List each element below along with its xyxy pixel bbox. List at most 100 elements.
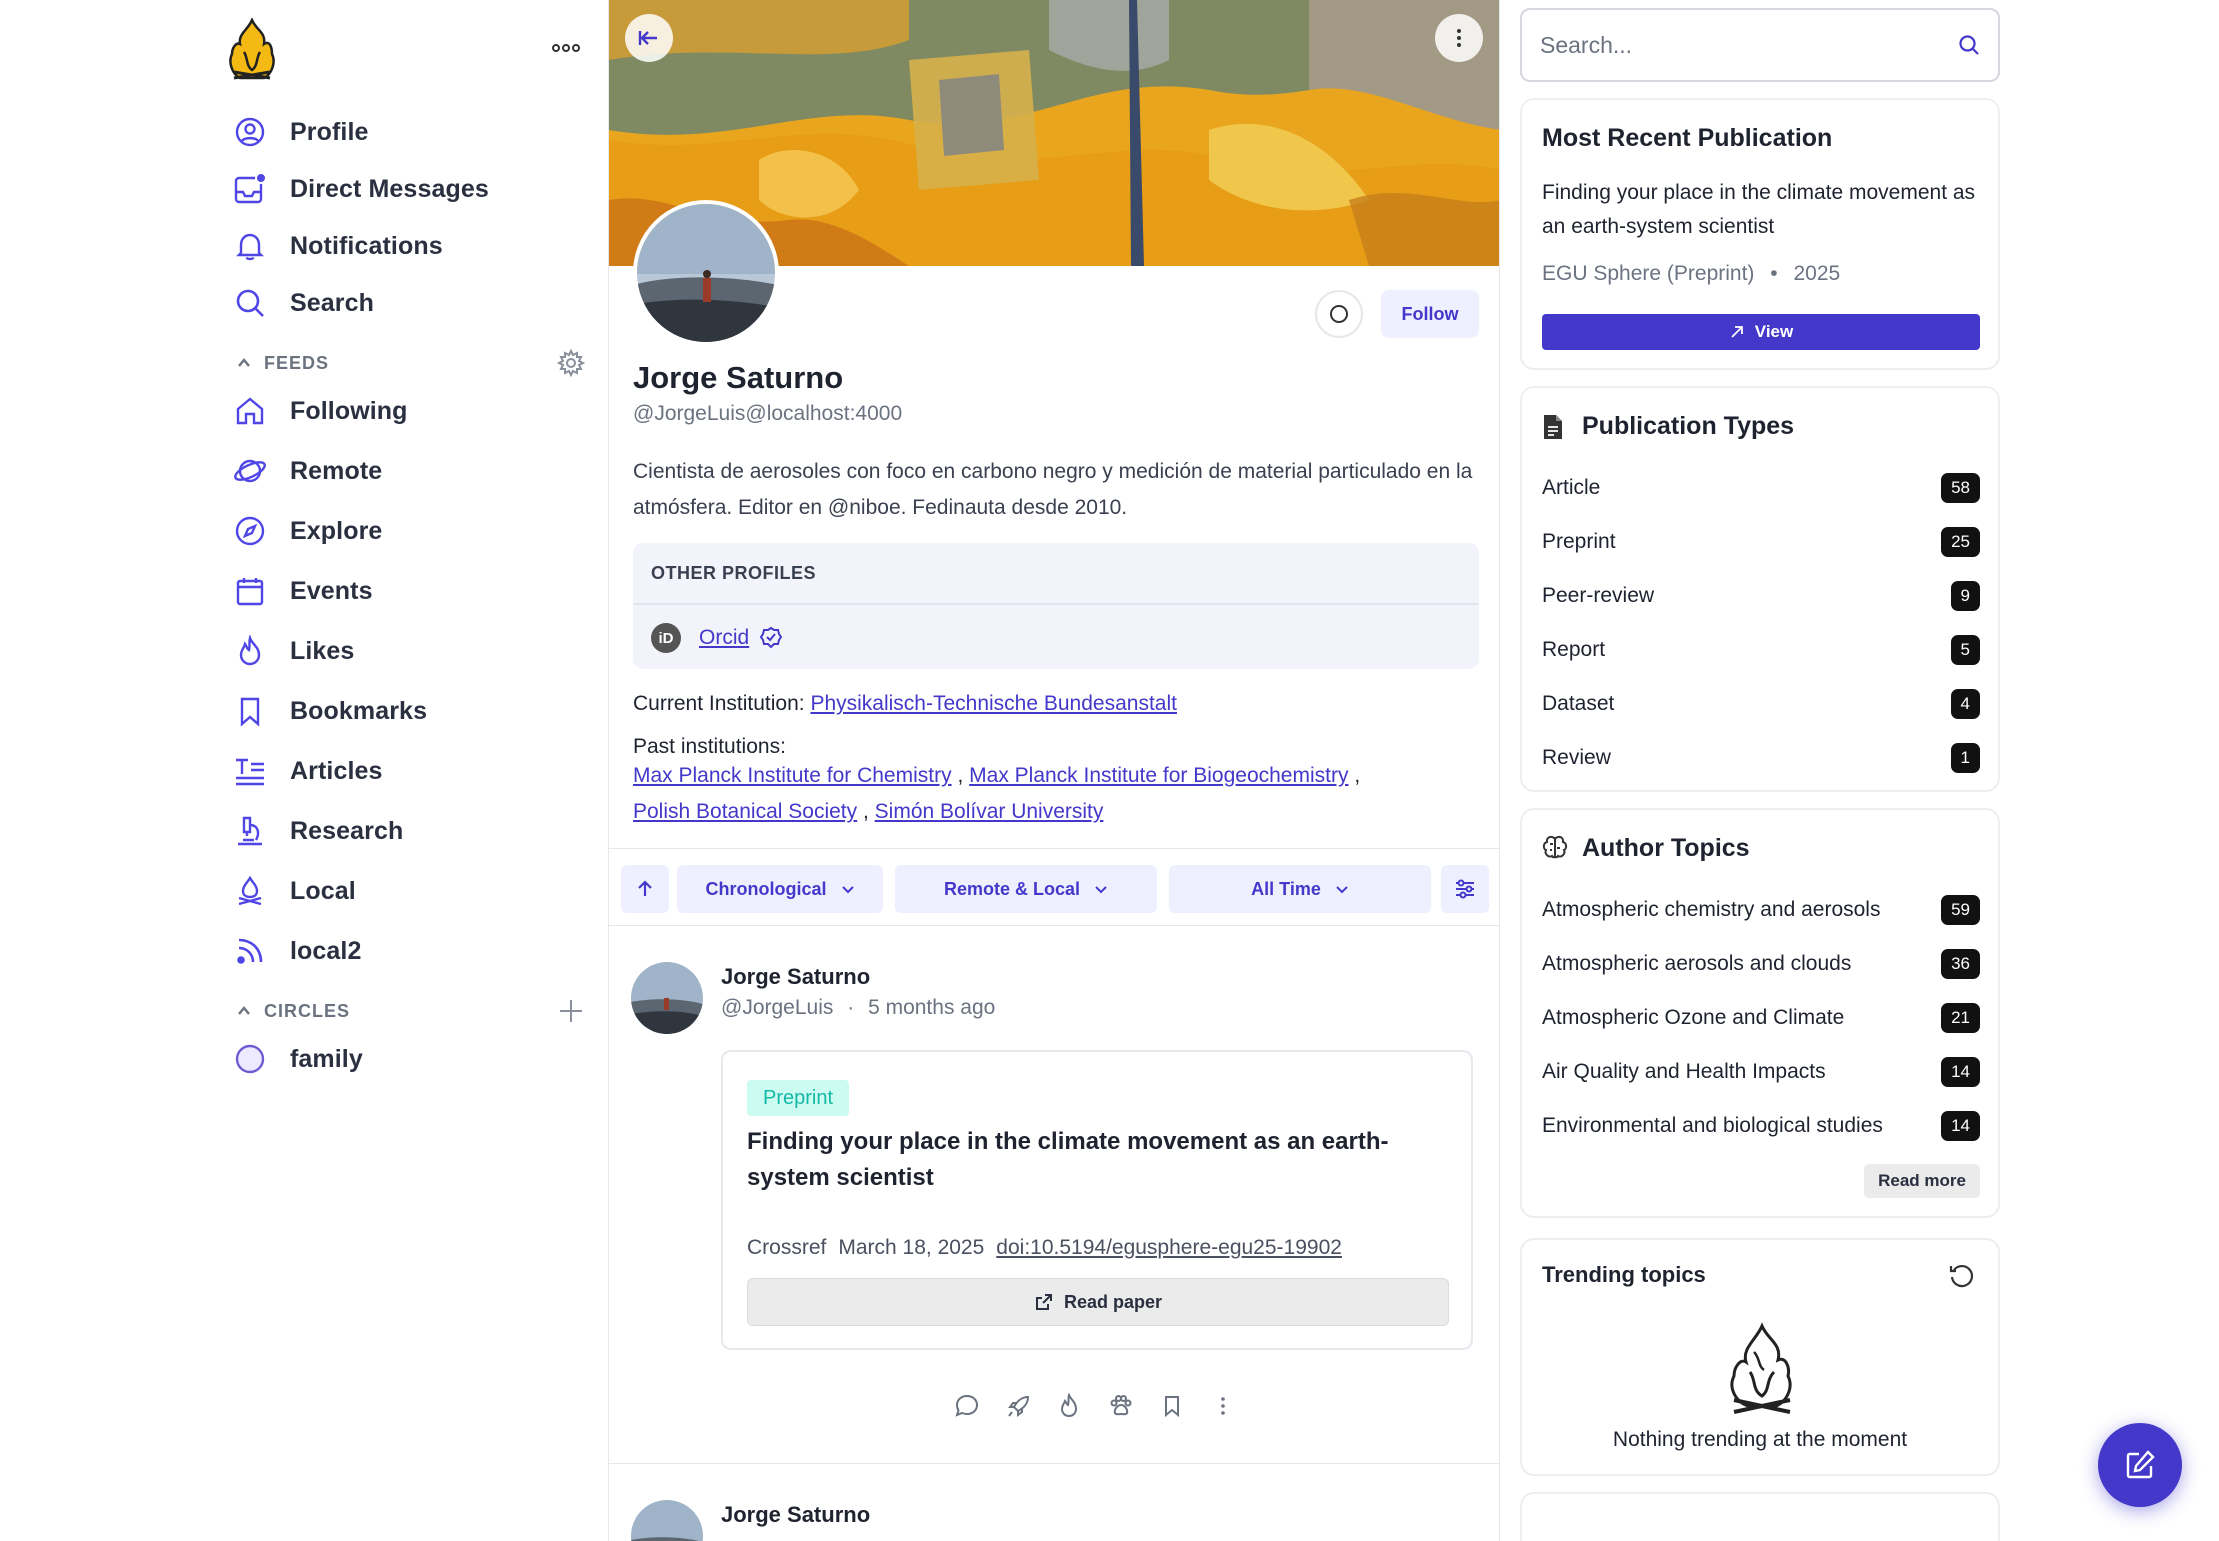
plus-icon[interactable] — [556, 996, 586, 1026]
view-publication-button[interactable]: View — [1542, 314, 1980, 350]
nav-local[interactable]: Local — [232, 868, 356, 914]
post-more-icon[interactable] — [1203, 1386, 1243, 1426]
type-label: Report — [1542, 638, 1606, 661]
sort-direction-button[interactable] — [621, 865, 669, 913]
publication-type-row[interactable]: Peer-review 9 — [1542, 580, 1980, 612]
circles-section-toggle[interactable]: CIRCLES — [236, 998, 350, 1024]
type-count: 9 — [1950, 581, 1980, 611]
compose-button[interactable] — [2098, 1423, 2182, 1507]
recent-publication-meta: EGU Sphere (Preprint) • 2025 — [1542, 262, 1840, 286]
doi-link[interactable]: doi:10.5194/egusphere-egu25-19902 — [996, 1236, 1342, 1260]
nav-label: Explore — [290, 516, 383, 545]
nav-likes[interactable]: Likes — [232, 628, 354, 674]
bookmark-icon[interactable] — [1152, 1386, 1192, 1426]
topic-label: Atmospheric aerosols and clouds — [1542, 952, 1852, 975]
nav-research[interactable]: Research — [232, 808, 403, 854]
paw-icon[interactable] — [1101, 1386, 1141, 1426]
read-paper-button[interactable]: Read paper — [747, 1278, 1449, 1326]
topic-row[interactable]: Air Quality and Health Impacts 14 — [1542, 1056, 1980, 1088]
topic-row[interactable]: Environmental and biological studies 14 — [1542, 1110, 1980, 1142]
left-sidebar: Profile Direct Messages Notifications Se… — [0, 0, 608, 1541]
time-dropdown[interactable]: All Time — [1169, 865, 1431, 913]
post-avatar[interactable] — [631, 962, 703, 1034]
nav-label: Articles — [290, 756, 383, 785]
flame-icon — [232, 633, 268, 669]
topic-row[interactable]: Atmospheric aerosols and clouds 36 — [1542, 948, 1980, 980]
type-label: Preprint — [1542, 530, 1616, 553]
type-label: Peer-review — [1542, 584, 1655, 607]
feeds-section-toggle[interactable]: FEEDS — [236, 350, 329, 376]
search-input[interactable] — [1540, 31, 1958, 59]
reply-icon[interactable] — [947, 1386, 987, 1426]
nav-circle-family[interactable]: family — [232, 1036, 363, 1082]
type-count: 4 — [1950, 689, 1980, 719]
nav-profile[interactable]: Profile — [232, 109, 369, 155]
nav-remote[interactable]: Remote — [232, 448, 382, 494]
nav-label: Remote — [290, 456, 383, 485]
nav-events[interactable]: Events — [232, 568, 373, 614]
document-icon — [1544, 415, 1562, 439]
order-dropdown[interactable]: Chronological — [677, 865, 883, 913]
meta-separator: · — [847, 996, 855, 1019]
publication-type-row[interactable]: Review 1 — [1542, 742, 1980, 774]
nav-bookmarks[interactable]: Bookmarks — [232, 688, 427, 734]
publication-type-row[interactable]: Article 58 — [1542, 472, 1980, 504]
boost-rocket-icon[interactable] — [999, 1386, 1039, 1426]
nav-label: Notifications — [290, 231, 443, 260]
nav-label: family — [290, 1044, 363, 1073]
orcid-link[interactable]: Orcid — [699, 626, 749, 650]
publication-type-row[interactable]: Report 5 — [1542, 634, 1980, 666]
nav-following[interactable]: Following — [232, 388, 408, 434]
nav-local2[interactable]: local2 — [232, 928, 361, 974]
nav-explore[interactable]: Explore — [232, 508, 382, 554]
external-link-icon — [1035, 1294, 1052, 1310]
filter-settings-button[interactable] — [1441, 865, 1489, 913]
nav-search[interactable]: Search — [232, 280, 374, 326]
nav-label: Following — [290, 396, 408, 425]
preprint-badge: Preprint — [747, 1080, 850, 1116]
circle-icon — [1330, 305, 1348, 323]
read-paper-label: Read paper — [1063, 1291, 1163, 1312]
nav-direct-messages[interactable]: Direct Messages — [232, 166, 489, 212]
gear-icon[interactable] — [556, 348, 586, 378]
topic-row[interactable]: Atmospheric Ozone and Climate 21 — [1542, 1002, 1980, 1034]
publication-types-title: Publication Types — [1582, 412, 1795, 440]
past-institution-link[interactable]: Max Planck Institute for Biogeochemistry — [969, 764, 1348, 787]
post-time[interactable]: 5 months ago — [868, 996, 995, 1019]
post-avatar[interactable] — [631, 1500, 703, 1541]
post-author[interactable]: Jorge Saturno — [721, 964, 870, 990]
source-label: Remote & Local — [943, 878, 1081, 899]
profile-menu-button[interactable] — [1435, 14, 1483, 62]
publication-title[interactable]: Finding your place in the climate moveme… — [747, 1124, 1427, 1196]
current-institution-link[interactable]: Physikalisch-Technische Bundesanstalt — [810, 692, 1177, 715]
publication-type-row[interactable]: Preprint 25 — [1542, 526, 1980, 558]
more-options-icon[interactable] — [550, 40, 582, 56]
past-institution-link[interactable]: Max Planck Institute for Chemistry — [633, 764, 952, 787]
orcid-row: iD Orcid — [651, 623, 783, 653]
refresh-icon[interactable] — [1948, 1262, 1976, 1290]
bonfire-logo[interactable] — [226, 18, 278, 82]
topic-row[interactable]: Atmospheric chemistry and aerosols 59 — [1542, 894, 1980, 926]
nav-notifications[interactable]: Notifications — [232, 223, 443, 269]
sliders-icon — [1456, 879, 1474, 899]
home-icon — [232, 393, 268, 429]
publication-meta: Crossref March 18, 2025 doi:10.5194/egus… — [747, 1236, 1342, 1260]
publication-type-row[interactable]: Dataset 4 — [1542, 688, 1980, 720]
type-label: Article — [1542, 476, 1601, 499]
past-institution-link[interactable]: Simón Bolívar University — [875, 800, 1104, 823]
source-dropdown[interactable]: Remote & Local — [895, 865, 1157, 913]
post-handle[interactable]: @JorgeLuis — [721, 996, 833, 1019]
read-more-button[interactable]: Read more — [1864, 1164, 1980, 1198]
follow-button[interactable]: Follow — [1381, 290, 1479, 338]
nav-label: Direct Messages — [290, 174, 489, 203]
verified-check-icon — [759, 626, 783, 649]
back-button[interactable] — [625, 14, 673, 62]
nav-articles[interactable]: Articles — [232, 748, 383, 794]
post-author[interactable]: Jorge Saturno — [721, 1502, 870, 1528]
past-institution-link[interactable]: Polish Botanical Society — [633, 800, 857, 823]
recent-publication-name[interactable]: Finding your place in the climate moveme… — [1542, 176, 1982, 244]
status-circle-button[interactable] — [1315, 290, 1363, 338]
nav-label: Likes — [290, 636, 355, 665]
search-icon[interactable] — [1958, 34, 1980, 56]
like-flame-icon[interactable] — [1049, 1386, 1089, 1426]
